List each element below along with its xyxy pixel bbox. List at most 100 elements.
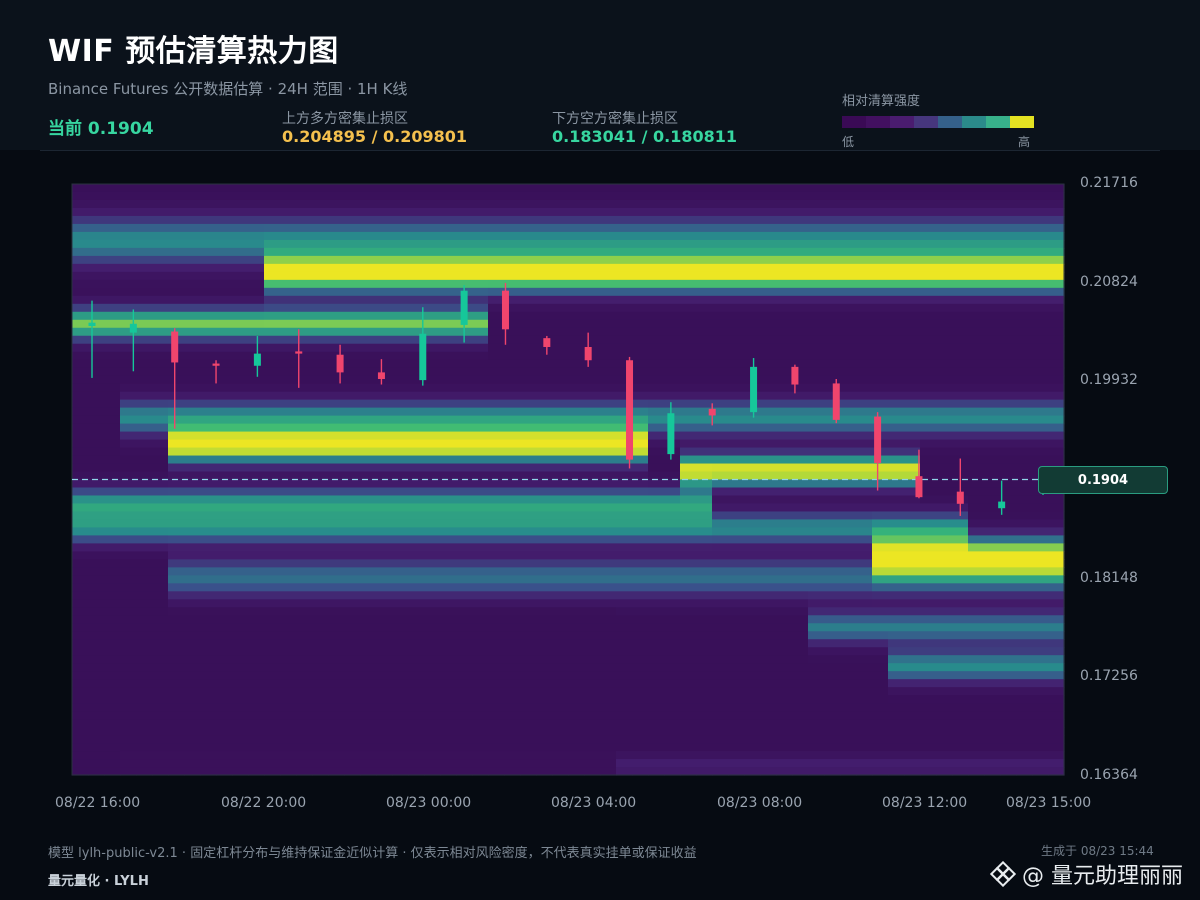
heatmap-cell — [424, 184, 441, 193]
heatmap-cell — [280, 639, 297, 648]
heatmap-cell — [376, 687, 393, 696]
heatmap-cell — [616, 247, 633, 257]
heatmap-cell — [728, 351, 745, 361]
heatmap-cell — [344, 431, 361, 441]
heatmap-cell — [200, 207, 217, 217]
heatmap-cell — [200, 583, 217, 592]
heatmap-cell — [1032, 727, 1049, 736]
heatmap-cell — [184, 431, 201, 441]
heatmap-cell — [904, 431, 921, 441]
heatmap-cell — [536, 695, 553, 704]
heatmap-cell — [904, 703, 921, 712]
heatmap-cell — [440, 303, 457, 313]
heatmap-cell — [680, 247, 697, 257]
heatmap-cell — [920, 383, 937, 393]
heatmap-cell — [1032, 383, 1049, 393]
heatmap-cell — [504, 663, 521, 672]
heatmap-cell — [1032, 639, 1049, 648]
heatmap-cell — [264, 391, 281, 401]
heatmap-cell — [648, 335, 665, 345]
heatmap-cell — [984, 383, 1001, 393]
heatmap-cell — [312, 311, 329, 321]
heatmap-cell — [680, 343, 697, 353]
heatmap-cell — [392, 503, 409, 513]
heatmap-cell — [520, 255, 537, 265]
heatmap-cell — [920, 487, 937, 497]
heatmap-cell — [328, 591, 345, 600]
heatmap-cell — [328, 647, 345, 656]
heatmap-cell — [440, 535, 457, 544]
heatmap-cell — [264, 447, 281, 457]
heatmap-cell — [456, 231, 473, 241]
heatmap-cell — [888, 239, 905, 249]
heatmap-cell — [1032, 663, 1049, 672]
heatmap-cell — [728, 727, 745, 736]
heatmap-cell — [280, 471, 297, 481]
heatmap-cell — [152, 319, 169, 329]
heatmap-cell — [376, 199, 393, 209]
heatmap-cell — [584, 623, 601, 632]
heatmap-cell — [136, 439, 153, 449]
heatmap-cell — [152, 351, 169, 361]
heatmap-cell — [312, 615, 329, 624]
heatmap-cell — [376, 247, 393, 257]
heatmap-cell — [648, 471, 665, 481]
heatmap-cell — [232, 727, 249, 736]
heatmap-cell — [632, 583, 649, 592]
heatmap-cell — [632, 759, 649, 768]
heatmap-cell — [184, 591, 201, 600]
heatmap-cell — [632, 703, 649, 712]
heatmap-cell — [312, 575, 329, 584]
heatmap-cell — [616, 319, 633, 329]
heatmap-cell — [584, 191, 601, 201]
heatmap-cell — [248, 695, 265, 704]
heatmap-cell — [760, 711, 777, 720]
heatmap-cell — [328, 431, 345, 441]
heatmap-cell — [1016, 519, 1033, 529]
heatmap-cell — [392, 647, 409, 656]
heatmap-cell — [920, 271, 937, 281]
heatmap-cell — [648, 447, 665, 457]
heatmap-cell — [1048, 711, 1065, 720]
heatmap-cell — [184, 567, 201, 576]
heatmap-cell — [72, 511, 89, 521]
heatmap-cell — [200, 255, 217, 265]
heatmap-cell — [872, 767, 889, 776]
heatmap-cell — [296, 463, 313, 473]
heatmap-cell — [904, 535, 921, 544]
heatmap-cell — [232, 383, 249, 393]
heatmap-cell — [168, 711, 185, 720]
heatmap-cell — [536, 223, 553, 233]
heatmap-cell — [1016, 495, 1033, 505]
heatmap-cell — [1000, 239, 1017, 249]
heatmap-cell — [584, 383, 601, 393]
heatmap-cell — [1016, 415, 1033, 425]
heatmap-cell — [600, 383, 617, 393]
heatmap-cell — [184, 215, 201, 225]
heatmap-cell — [344, 535, 361, 544]
heatmap-cell — [1000, 711, 1017, 720]
heatmap-cell — [248, 287, 265, 297]
heatmap-cell — [408, 223, 425, 233]
heatmap-cell — [792, 735, 809, 744]
heatmap-cell — [312, 303, 329, 313]
heatmap-cell — [104, 527, 121, 537]
heatmap-cell — [488, 623, 505, 632]
heatmap-cell — [472, 575, 489, 584]
heatmap-cell — [680, 719, 697, 728]
heatmap-cell — [840, 631, 857, 640]
heatmap-cell — [280, 231, 297, 241]
heatmap-cell — [648, 383, 665, 393]
heatmap-cell — [424, 383, 441, 393]
heatmap-cell — [136, 495, 153, 505]
heatmap-cell — [584, 479, 601, 489]
heatmap-cell — [904, 303, 921, 313]
heatmap-cell — [840, 679, 857, 688]
heatmap-cell — [152, 191, 169, 201]
heatmap-cell — [936, 535, 953, 544]
heatmap-cell — [680, 455, 697, 465]
heatmap-cell — [696, 431, 713, 441]
heatmap-cell — [120, 623, 137, 632]
heatmap-cell — [808, 671, 825, 680]
heatmap-cell — [520, 271, 537, 281]
